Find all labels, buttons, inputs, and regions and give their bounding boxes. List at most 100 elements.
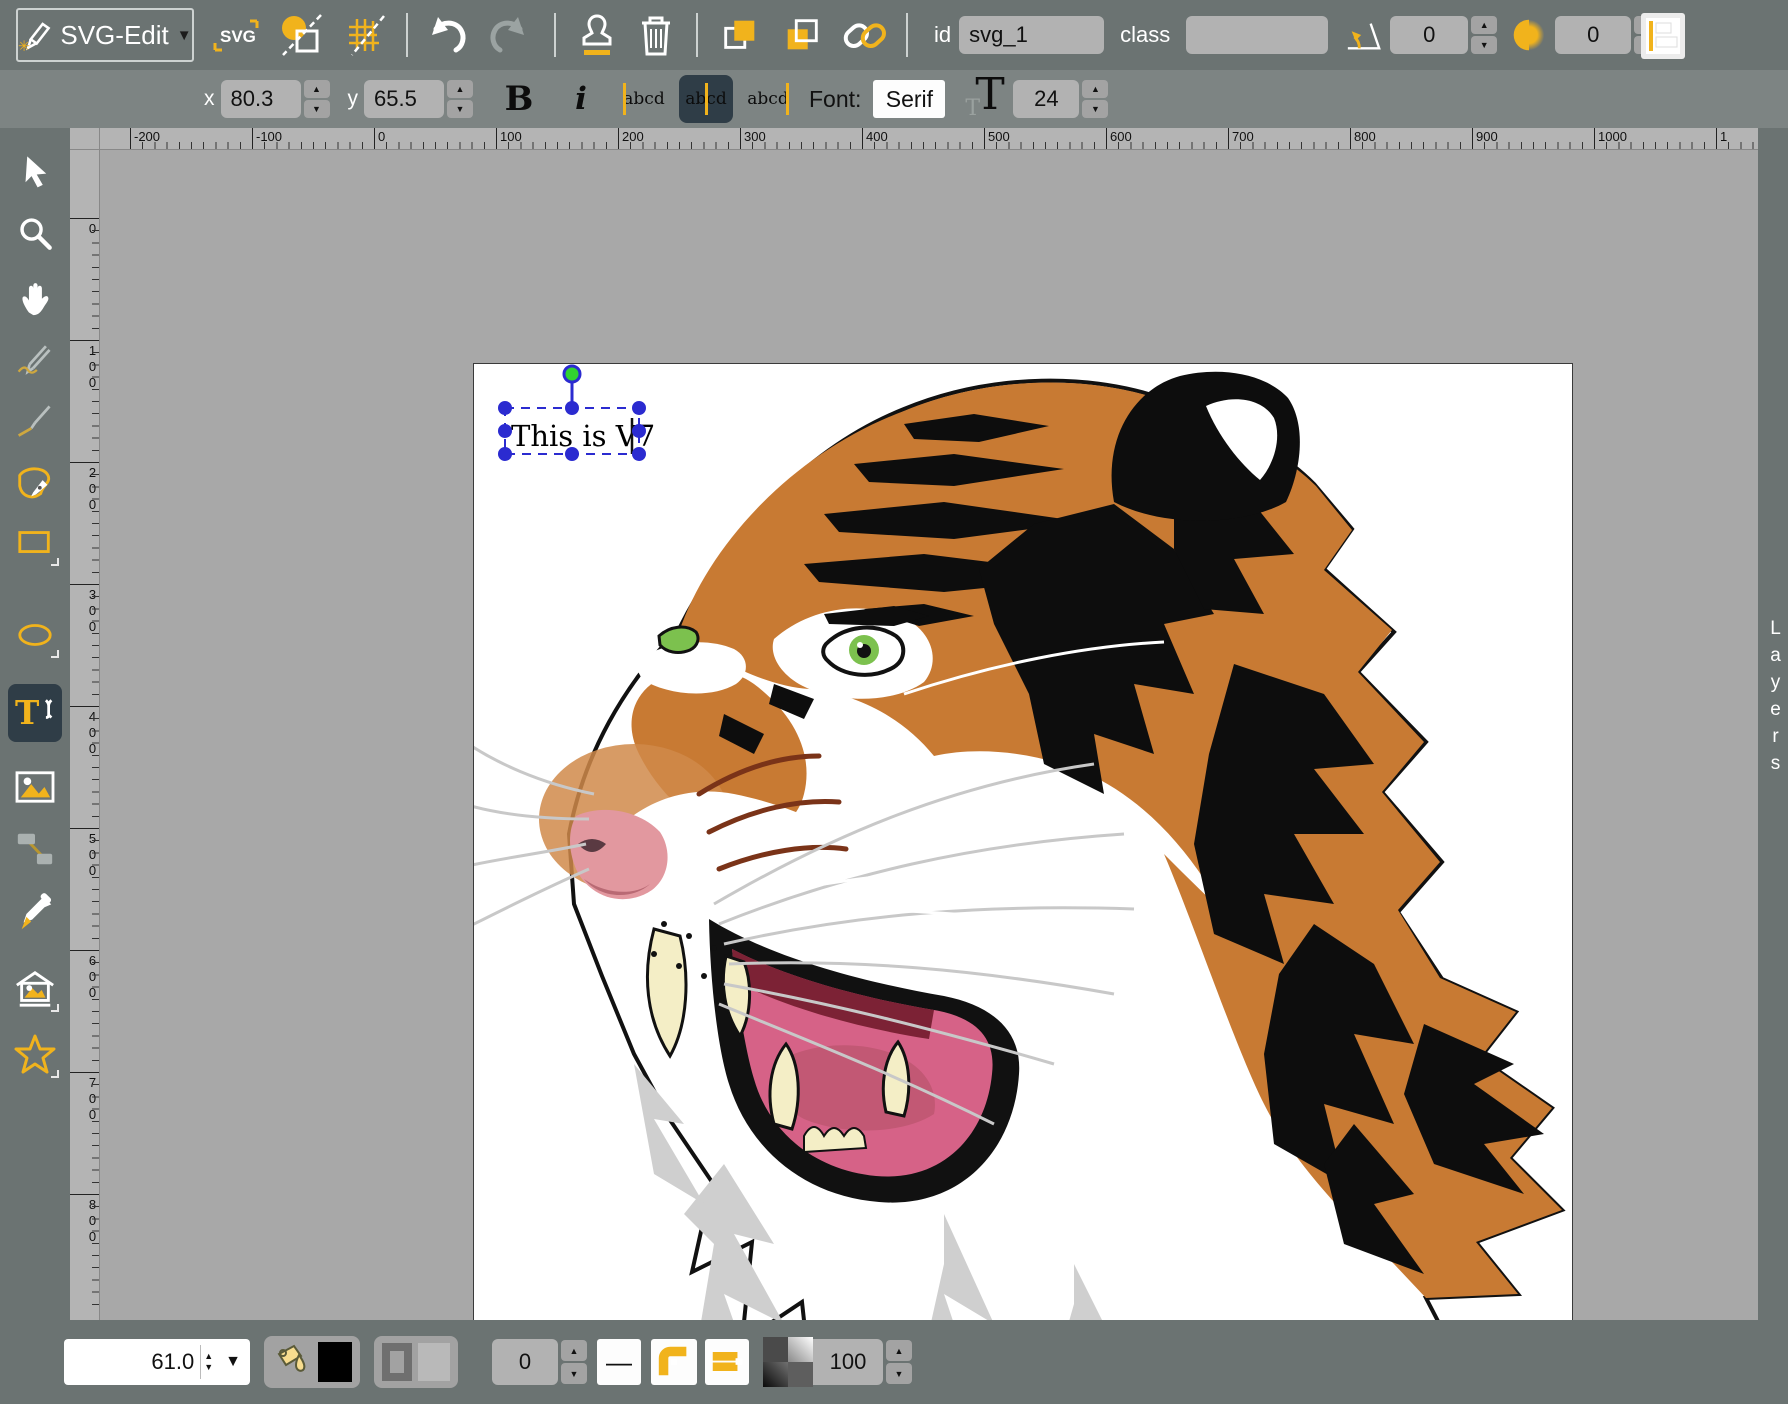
menu-caret-icon: ▼ [177, 27, 192, 44]
document-properties-button[interactable] [276, 10, 326, 60]
id-label: id [934, 22, 951, 48]
anchor-middle-bar-icon [705, 83, 708, 115]
shape-library-button[interactable] [8, 964, 62, 1014]
linecap-icon [708, 1343, 746, 1381]
h-ruler-label: 500 [984, 128, 1106, 150]
clone-button[interactable] [574, 11, 620, 59]
x-input[interactable] [221, 80, 301, 118]
blur-input[interactable] [1555, 16, 1631, 54]
h-ruler-label: 200 [618, 128, 740, 150]
id-input[interactable] [959, 16, 1104, 54]
layers-label: Layers [1760, 618, 1786, 780]
svg-text:T: T [15, 693, 40, 732]
v-ruler-label: 0 [70, 218, 100, 340]
tools-sidebar: T [0, 128, 70, 1320]
select-tool-button[interactable] [8, 146, 62, 196]
main-menu-button[interactable]: ✳ SVG-Edit ▼ [16, 8, 194, 62]
path-tool-button[interactable] [8, 458, 62, 508]
blur-label [1511, 17, 1547, 53]
clone-stamp-icon [575, 12, 619, 58]
line-tool-button[interactable] [8, 396, 62, 446]
pencil-tool-button[interactable] [8, 334, 62, 384]
anchor-end-sample: abcd [747, 89, 788, 109]
flyout-corner-icon [51, 558, 59, 566]
y-input[interactable] [364, 80, 444, 118]
svg-canvas[interactable]: This is V7 [473, 363, 1573, 1404]
stroke-dash-button[interactable]: — [597, 1339, 641, 1385]
text-anchor-start-button[interactable]: abcd [617, 75, 671, 123]
fill-swatch[interactable] [318, 1342, 352, 1382]
workspace[interactable]: This is V7 [100, 150, 1758, 1320]
move-to-bottom-button[interactable] [780, 13, 824, 57]
ellipse-tool-button[interactable] [8, 610, 62, 660]
align-button[interactable] [1641, 13, 1685, 59]
stroke-linecap-button[interactable] [705, 1339, 749, 1385]
logo-pencil-icon: ✳ [18, 18, 52, 52]
fill-color-control[interactable] [264, 1336, 360, 1388]
stroke-color-control[interactable] [374, 1336, 458, 1388]
font-family-button[interactable]: Serif [873, 80, 945, 118]
text-anchor-middle-button[interactable]: abcd [679, 75, 733, 123]
font-size-label: T T [965, 73, 1005, 125]
opacity-spinner[interactable]: ▲▼ [886, 1340, 912, 1384]
toolbar-separator [906, 13, 908, 57]
connector-tool-button[interactable] [8, 824, 62, 874]
italic-button[interactable]: i [563, 75, 599, 123]
canvas-text-element[interactable]: This is V7 [511, 419, 655, 453]
text-anchor-end-button[interactable]: abcd [741, 75, 795, 123]
blur-icon [1511, 17, 1547, 53]
text-context-toolbar: x ▲▼ y ▲▼ B i abcd abcd abcd Font: Serif… [0, 70, 1788, 128]
delete-button[interactable] [634, 11, 678, 59]
font-size-spinner[interactable]: ▲▼ [1082, 80, 1108, 118]
linejoin-icon [655, 1343, 693, 1381]
stroke-width-spinner[interactable]: ▲▼ [561, 1340, 587, 1384]
grid-snap-button[interactable] [342, 12, 388, 58]
v-ruler-label: 100 [70, 340, 100, 462]
stroke-width-input[interactable] [492, 1339, 558, 1385]
text-tool-icon: T [13, 693, 57, 733]
toolbar-separator [406, 13, 408, 57]
stroke-linejoin-button[interactable] [651, 1339, 697, 1385]
eyedropper-icon [14, 892, 56, 934]
layers-panel-toggle[interactable]: Layers [1758, 128, 1788, 1320]
rotate-handle[interactable] [564, 366, 580, 382]
redo-button[interactable] [484, 11, 532, 59]
pan-tool-button[interactable] [8, 272, 62, 322]
class-input[interactable] [1186, 16, 1328, 54]
rectangle-tool-button[interactable] [8, 518, 62, 568]
angle-input[interactable] [1390, 16, 1468, 54]
anchor-end-bar-icon [786, 83, 789, 115]
redo-icon [486, 13, 530, 57]
font-size-input[interactable] [1013, 80, 1079, 118]
svg-edit-app: ✳ SVG-Edit ▼ SVG [0, 0, 1788, 1404]
make-link-button[interactable] [840, 13, 890, 57]
grid-snap-icon [343, 13, 387, 57]
zoom-tool-button[interactable] [8, 208, 62, 258]
vertical-ruler: 0100200300400500600700800 [70, 150, 100, 1320]
h-ruler-label: 800 [1350, 128, 1472, 150]
opacity-input[interactable] [813, 1339, 883, 1385]
undo-button[interactable] [424, 11, 472, 59]
zoom-spinner[interactable]: ▲▼ [201, 1351, 216, 1373]
v-ruler-label: 600 [70, 950, 100, 1072]
image-tool-button[interactable] [8, 762, 62, 812]
x-spinner[interactable]: ▲▼ [304, 80, 330, 118]
h-ruler-label: -100 [252, 128, 374, 150]
star-tool-button[interactable] [8, 1030, 62, 1080]
svg-source-button[interactable]: SVG [212, 11, 260, 59]
v-ruler-label: 200 [70, 462, 100, 584]
anchor-start-sample: abcd [623, 89, 664, 109]
v-ruler-label: 300 [70, 584, 100, 706]
stroke-swatch[interactable] [418, 1343, 450, 1381]
angle-spinner[interactable]: ▲▼ [1471, 16, 1497, 54]
text-tool-button[interactable]: T [8, 684, 62, 742]
magnifier-icon [16, 214, 54, 252]
zoom-control[interactable]: 61.0 ▲▼ ▼ [64, 1339, 250, 1385]
zoom-dropdown-icon[interactable]: ▼ [216, 1353, 250, 1371]
move-to-top-button[interactable] [718, 13, 762, 57]
bold-button[interactable]: B [497, 75, 541, 123]
y-spinner[interactable]: ▲▼ [447, 80, 473, 118]
flyout-corner-icon [51, 1004, 59, 1012]
image-icon [14, 769, 56, 805]
eyedropper-tool-button[interactable] [8, 888, 62, 938]
